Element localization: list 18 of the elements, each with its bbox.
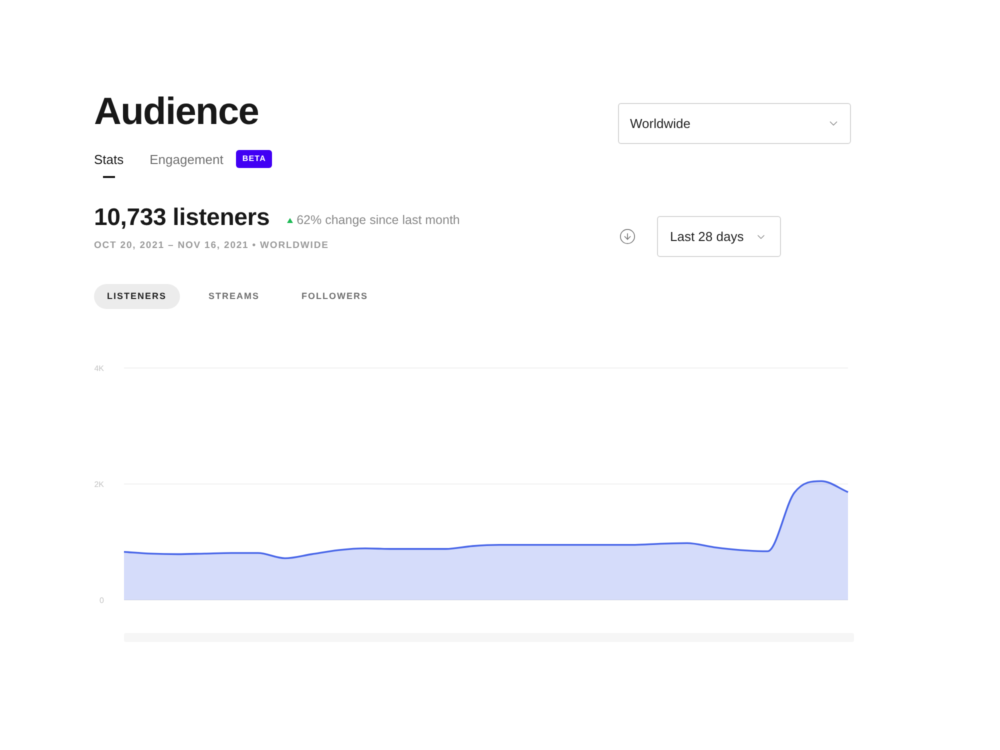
- page-title: Audience: [94, 92, 259, 132]
- period-dropdown[interactable]: Last 28 days: [657, 216, 781, 257]
- change-text: 62% change since last month: [296, 212, 460, 229]
- listener-count: 10,733 listeners: [94, 205, 270, 231]
- metric-tab[interactable]: FOLLOWERS: [288, 284, 382, 309]
- tab[interactable]: Engagement: [150, 150, 224, 178]
- region-dropdown[interactable]: Worldwide: [618, 103, 851, 144]
- download-icon: [619, 228, 636, 245]
- triangle-up-icon: [286, 218, 293, 222]
- axis-label: 4K: [94, 364, 104, 373]
- metric-tab[interactable]: STREAMS: [196, 284, 273, 309]
- tab[interactable]: Stats: [94, 150, 124, 178]
- download-button[interactable]: [619, 228, 636, 245]
- beta-badge: BETA: [236, 150, 272, 168]
- axis-label: 2K: [94, 480, 104, 489]
- date-range-text: OCT 20, 2021 – NOV 16, 2021 • WORLDWIDE: [94, 240, 329, 252]
- metric-tab[interactable]: LISTENERS: [94, 284, 180, 309]
- axis-label: 0: [100, 596, 104, 605]
